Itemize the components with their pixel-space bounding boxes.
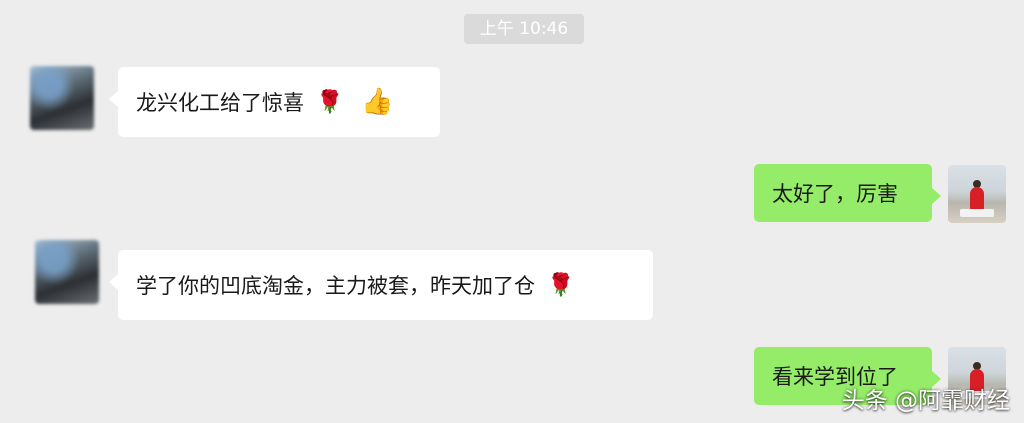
contact-avatar[interactable] — [35, 240, 99, 304]
message-text: 学了你的凹底淘金，主力被套，昨天加了仓 — [136, 274, 535, 298]
message-bubble[interactable]: 龙兴化工给了惊喜 🌹 👍 — [109, 67, 440, 137]
contact-avatar[interactable] — [30, 66, 94, 130]
message-text: 太好了，厉害 — [772, 182, 898, 206]
message-bubble[interactable]: 太好了，厉害 — [754, 164, 941, 222]
message-bubble[interactable]: 学了你的凹底淘金，主力被套，昨天加了仓 🌹 — [109, 250, 653, 320]
watermark: 头条 @阿霏财经 — [841, 388, 1010, 414]
rose-icon: 🌹 — [547, 272, 575, 298]
message-text: 龙兴化工给了惊喜 — [136, 91, 304, 115]
rose-icon: 🌹 — [316, 89, 344, 115]
message-timestamp: 上午 10:46 — [464, 14, 584, 44]
thumbs-up-icon: 👍 — [361, 87, 394, 117]
user-avatar[interactable] — [948, 165, 1006, 223]
